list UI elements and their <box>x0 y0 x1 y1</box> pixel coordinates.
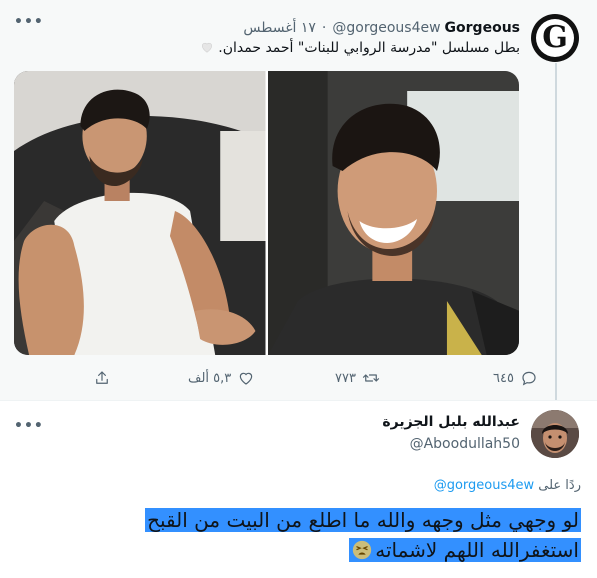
quoted-tweet-text: بطل مسلسل "مدرسة الروابي للبنات" أحمد حم… <box>196 40 520 56</box>
tweet-date[interactable]: ١٧ أغسطس <box>243 20 316 36</box>
reply-action[interactable]: ٦٤٥ <box>493 368 538 388</box>
tweet-text-content: بطل مسلسل "مدرسة الروابي للبنات" أحمد حم… <box>218 40 520 56</box>
reply-author-handle[interactable]: @Aboodullah50 <box>410 436 520 452</box>
tweet-media[interactable] <box>14 71 519 355</box>
author-handle[interactable]: @gorgeous4ew <box>332 20 440 36</box>
avatar-letter: G <box>536 19 574 57</box>
photo-left[interactable] <box>14 71 266 355</box>
quoted-tweet[interactable]: G ••• ١٧ أغسطس · @gorgeous4ew Gorgeous ب… <box>0 0 597 400</box>
like-count: ٥,٣ ألف <box>188 370 232 386</box>
gorgeous-avatar[interactable]: G <box>531 14 579 62</box>
heart-icon <box>240 372 253 385</box>
white-heart-icon <box>201 42 212 53</box>
reply-author-name[interactable]: عبدالله بلبل الجزيرة <box>382 414 520 430</box>
replying-to-label: ردًا على <box>538 478 581 493</box>
reply-tweet-text: لو وجهي مثل وجهه والله ما اطلع من البيت … <box>61 505 581 565</box>
tweet-divider <box>0 400 597 401</box>
reply-icon <box>522 371 536 386</box>
photo-right[interactable] <box>267 71 519 355</box>
like-action[interactable]: ٥,٣ ألف <box>188 368 255 388</box>
share-action[interactable] <box>93 368 111 388</box>
retweet-count: ٧٧٣ <box>335 370 356 386</box>
date-separator: · <box>321 20 327 36</box>
replying-to: ردًا على @gorgeous4ew <box>434 478 581 493</box>
more-options-icon[interactable]: ••• <box>14 14 44 30</box>
retweet-icon <box>362 374 380 382</box>
reply-count: ٦٤٥ <box>493 370 514 386</box>
retweet-action[interactable]: ٧٧٣ <box>335 368 380 388</box>
quoted-tweet-header: ١٧ أغسطس · @gorgeous4ew Gorgeous <box>237 18 520 38</box>
tired-face-emoji-icon <box>353 540 372 560</box>
replying-to-link[interactable]: @gorgeous4ew <box>434 478 534 493</box>
reply-more-options-icon[interactable]: ••• <box>14 418 44 434</box>
share-icon <box>96 371 108 384</box>
author-name[interactable]: Gorgeous <box>445 20 520 36</box>
selected-text: لو وجهي مثل وجهه والله ما اطلع من البيت … <box>145 508 581 562</box>
tweet-thread: G ••• ١٧ أغسطس · @gorgeous4ew Gorgeous ب… <box>0 0 597 578</box>
reply-avatar[interactable] <box>531 410 579 458</box>
thread-line <box>555 63 557 400</box>
